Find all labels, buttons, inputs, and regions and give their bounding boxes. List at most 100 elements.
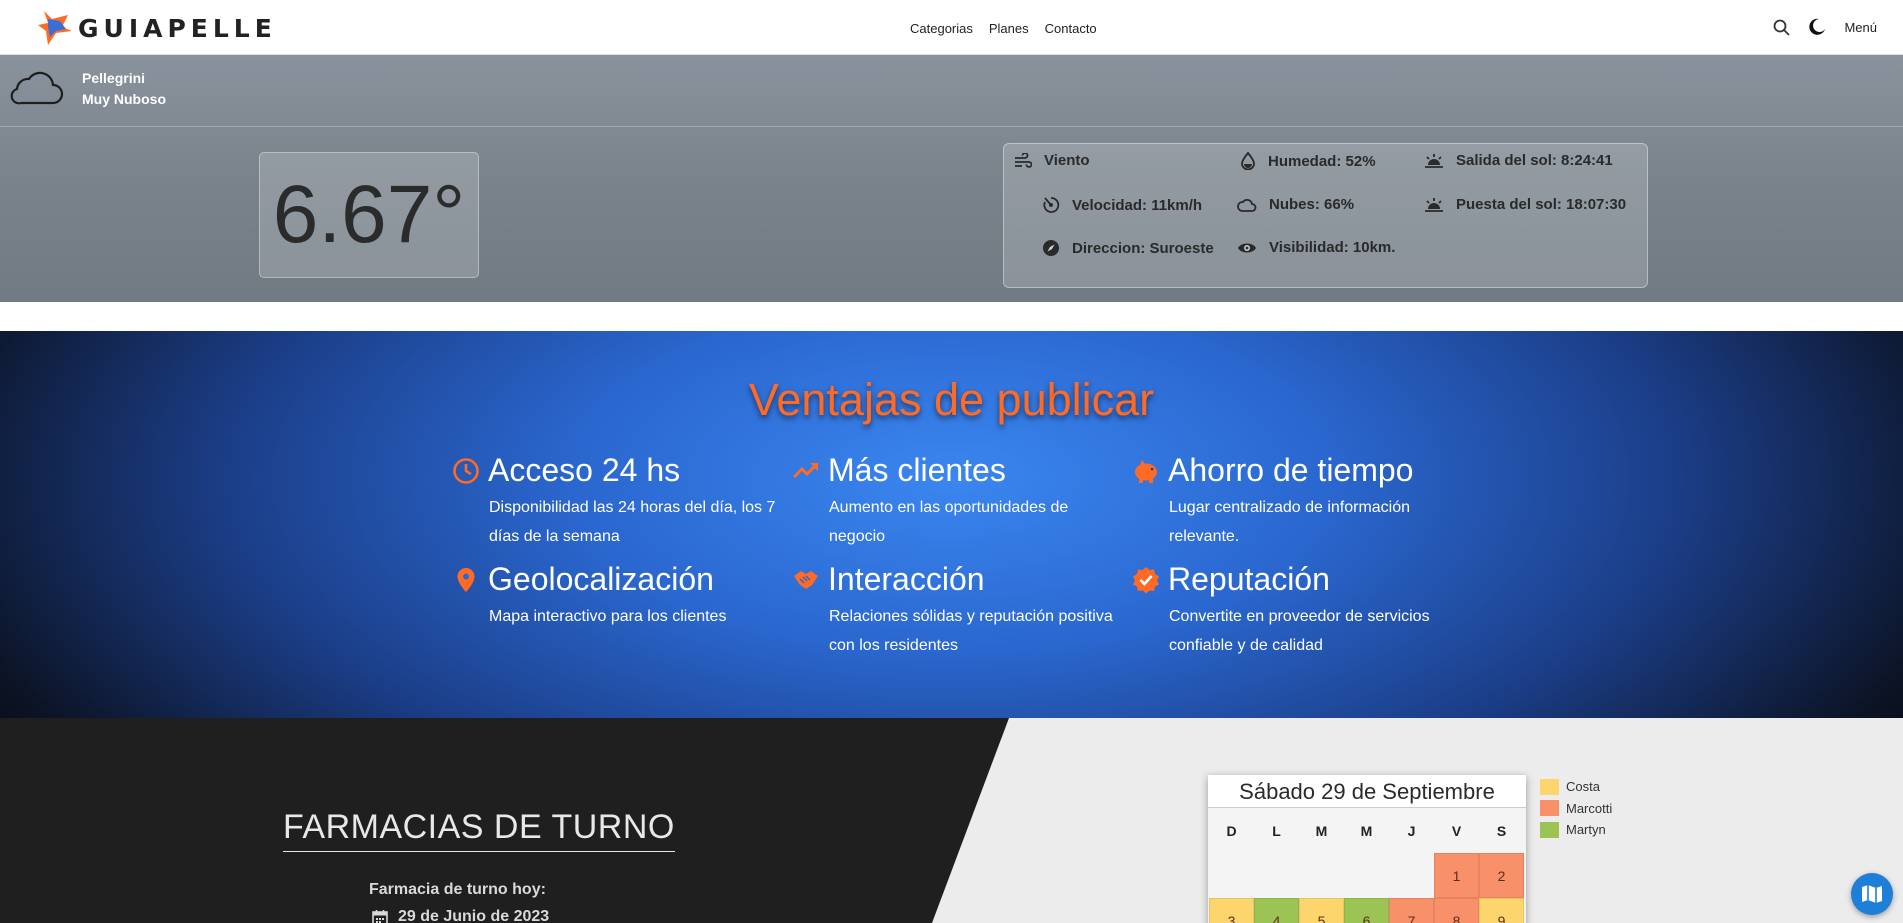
calendar-day: [1299, 853, 1344, 898]
calendar-weekday: M: [1315, 822, 1328, 839]
nav-link-planes[interactable]: Planes: [989, 21, 1029, 36]
piggy-bank-icon: [1135, 459, 1157, 483]
farmacias-title: FARMACIAS DE TURNO: [283, 808, 675, 852]
ventaja-title: Geolocalización: [488, 561, 714, 597]
humidity: Humedad: 52%: [1240, 152, 1376, 170]
ventaja-desc: Mapa interactivo para los clientes: [489, 608, 727, 625]
cloud-icon: [10, 71, 64, 105]
menu-button[interactable]: Menú: [1844, 20, 1877, 35]
weather-location: Pellegrini Muy Nuboso: [82, 68, 166, 110]
nav-link-contacto[interactable]: Contacto: [1045, 21, 1097, 36]
farmacia-hoy-label: Farmacia de turno hoy:: [369, 881, 546, 898]
water-drop-icon: [1241, 152, 1255, 170]
weather-city: Pellegrini: [82, 70, 146, 86]
farmacias-calendar: Sábado 29 de Septiembre D L M M J V S 12 345678…: [1208, 775, 1526, 923]
ventaja-title: Ahorro de tiempo: [1168, 452, 1414, 488]
ventaja-reputacion: Reputación Convertite en proveedor de se…: [1132, 561, 1462, 660]
ventaja-title: Interacción: [828, 561, 985, 597]
compass-icon: [1043, 240, 1059, 256]
calendar-legend: Costa Marcotti Martyn: [1540, 776, 1612, 841]
calendar-day[interactable]: 6: [1344, 898, 1389, 923]
ventaja-desc: Lugar centralizado de información releva…: [1169, 499, 1411, 545]
navbar: GUIAPELLE Categorias Planes Contacto Men…: [0, 0, 1903, 55]
calendar-weekday: L: [1272, 822, 1281, 839]
ventaja-title: Acceso 24 hs: [488, 452, 681, 488]
sunset-icon: [1425, 197, 1443, 212]
calendar-day: [1344, 853, 1389, 898]
weather-details: Viento Velocidad: 11km/h Direccion: Suro…: [1003, 143, 1648, 288]
calendar-day[interactable]: 2: [1479, 853, 1524, 898]
calendar-icon: [372, 909, 388, 923]
calendar-grid: 12 3456789: [1209, 853, 1526, 923]
handshake-icon: [794, 570, 818, 589]
trending-up-icon: [792, 462, 819, 478]
visibility: Visibilidad: 10km.: [1237, 239, 1395, 256]
sunrise-icon: [1425, 153, 1443, 168]
clouds: Nubes: 66%: [1237, 196, 1354, 213]
eye-icon: [1238, 243, 1256, 252]
brand-name: GUIAPELLE: [78, 13, 277, 43]
ventaja-geolocalizacion: Geolocalización Mapa interactivo para lo…: [452, 561, 782, 631]
legend-swatch: [1540, 821, 1559, 838]
wind-direction: Direccion: Suroeste: [1042, 239, 1214, 257]
map-icon: [1862, 885, 1882, 903]
speed-icon: [1043, 197, 1060, 213]
ventaja-title: Más clientes: [828, 452, 1006, 488]
ventaja-desc: Disponibilidad las 24 horas del día, los…: [489, 499, 776, 545]
ventaja-desc: Relaciones sólidas y reputación positiva…: [829, 608, 1113, 654]
ventajas-title: Ventajas de publicar: [748, 374, 1155, 425]
cloud-small-icon: [1237, 198, 1257, 212]
temperature-value: 6.67°: [272, 169, 466, 260]
calendar-day[interactable]: 8: [1434, 898, 1479, 923]
calendar-weekday: V: [1451, 822, 1462, 839]
calendar-day[interactable]: 9: [1479, 898, 1524, 923]
legend-label: Costa: [1566, 779, 1600, 795]
dark-mode-icon[interactable]: [1808, 18, 1826, 36]
farmacia-date: 29 de Junio de 2023: [372, 908, 549, 923]
calendar-day[interactable]: 4: [1254, 898, 1299, 923]
ventaja-interaccion: Interacción Relaciones sólidas y reputac…: [792, 561, 1122, 660]
ventaja-desc: Convertite en proveedor de servicios con…: [1169, 608, 1430, 654]
calendar-weekdays: DLMMJVS: [1209, 808, 1526, 853]
sunrise: Salida del sol: 8:24:41: [1424, 152, 1613, 169]
legend-label: Martyn: [1566, 822, 1606, 838]
calendar-day: [1254, 853, 1299, 898]
weather-panel: Pellegrini Muy Nuboso 6.67° Viento Veloc…: [0, 55, 1903, 302]
map-button[interactable]: [1851, 873, 1893, 915]
ventaja-title: Reputación: [1168, 561, 1330, 597]
legend-item: Martyn: [1540, 819, 1612, 841]
calendar-weekday: J: [1407, 822, 1416, 839]
search-icon[interactable]: [1773, 19, 1791, 36]
calendar-day[interactable]: 3: [1209, 898, 1254, 923]
calendar-weekday: D: [1226, 822, 1237, 839]
ventaja-clientes: Más clientes Aumento en las oportunidade…: [792, 452, 1122, 551]
ventajas-section: Ventajas de publicar Acceso 24 hs Dispon…: [0, 331, 1903, 718]
temperature-box: 6.67°: [259, 152, 479, 278]
nav-links: Categorias Planes Contacto: [910, 21, 1097, 36]
calendar-day[interactable]: 5: [1299, 898, 1344, 923]
wind-speed: Velocidad: 11km/h: [1042, 196, 1202, 214]
ventaja-acceso: Acceso 24 hs Disponibilidad las 24 horas…: [452, 452, 782, 551]
weather-header: Pellegrini Muy Nuboso: [0, 55, 1903, 127]
calendar-weekday: S: [1496, 822, 1507, 839]
brand-logo[interactable]: GUIAPELLE: [38, 9, 277, 47]
calendar-day: [1389, 853, 1434, 898]
legend-swatch: [1540, 778, 1559, 795]
weather-condition: Muy Nuboso: [82, 91, 166, 107]
legend-swatch: [1540, 800, 1559, 817]
verified-badge-icon: [1133, 566, 1159, 593]
calendar-header: Sábado 29 de Septiembre: [1208, 775, 1526, 808]
nav-link-categorias[interactable]: Categorias: [910, 21, 973, 36]
ventaja-desc: Aumento en las oportunidades de negocio: [829, 499, 1069, 545]
wind-icon: [1015, 152, 1032, 168]
farmacias-section: FARMACIAS DE TURNO Farmacia de turno hoy…: [0, 718, 1903, 923]
location-pin-icon: [457, 567, 475, 592]
calendar-weekday: M: [1360, 822, 1373, 839]
clock-icon: [453, 457, 479, 484]
ventaja-ahorro: Ahorro de tiempo Lugar centralizado de i…: [1132, 452, 1462, 551]
wind-title: Viento: [1014, 152, 1090, 169]
logo-mark-icon: [38, 11, 72, 45]
calendar-day[interactable]: 7: [1389, 898, 1434, 923]
calendar-day: [1209, 853, 1254, 898]
calendar-day[interactable]: 1: [1434, 853, 1479, 898]
